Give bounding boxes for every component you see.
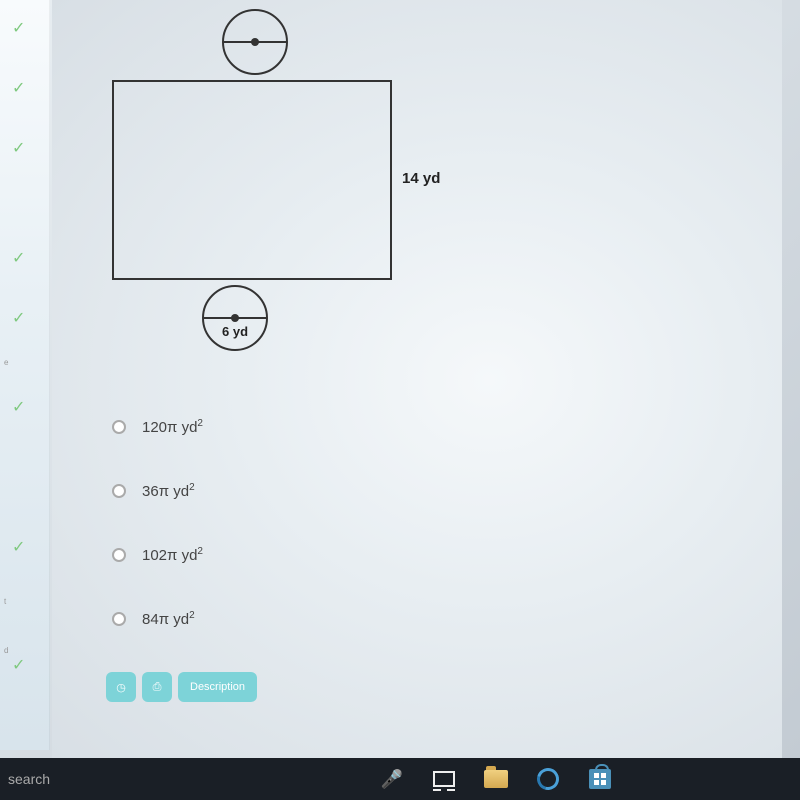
description-button[interactable]: Description — [178, 672, 257, 702]
option-text: 102π yd2 — [142, 546, 203, 564]
timer-button[interactable]: ◷ — [106, 672, 136, 702]
sidebar-text: t — [4, 597, 49, 606]
answer-options: 120π yd2 36π yd2 102π yd2 84π yd2 — [112, 410, 203, 666]
question-nav-sidebar: ✓ ✓ ✓ ✓ ✓ e ✓ ✓ t d ✓ — [0, 0, 50, 750]
check-icon: ✓ — [12, 138, 49, 158]
check-icon: ✓ — [12, 248, 49, 268]
radio-icon[interactable] — [112, 612, 126, 626]
microsoft-store-icon[interactable] — [588, 767, 612, 791]
windows-taskbar[interactable]: search 🎤 — [0, 758, 800, 800]
print-button[interactable]: ⎙ — [142, 672, 172, 702]
answer-option-2[interactable]: 36π yd2 — [112, 474, 203, 500]
clock-icon: ◷ — [116, 681, 126, 694]
button-label: Description — [190, 681, 245, 693]
check-icon: ✓ — [12, 537, 49, 557]
print-icon: ⎙ — [153, 681, 162, 694]
option-text: 120π yd2 — [142, 418, 203, 436]
check-icon: ✓ — [12, 78, 49, 98]
question-content: 14 yd 6 yd 120π yd2 36π yd2 102π yd2 — [52, 0, 782, 760]
task-view-icon[interactable] — [432, 767, 456, 791]
answer-option-3[interactable]: 102π yd2 — [112, 538, 203, 564]
sidebar-text: d — [4, 646, 49, 655]
check-icon: ✓ — [12, 657, 25, 674]
question-toolbar: ◷ ⎙ Description — [106, 672, 257, 702]
file-explorer-icon[interactable] — [484, 767, 508, 791]
taskbar-icons: 🎤 — [380, 767, 612, 791]
radio-icon[interactable] — [112, 484, 126, 498]
radio-icon[interactable] — [112, 420, 126, 434]
cortana-mic-icon[interactable]: 🎤 — [380, 767, 404, 791]
check-icon: ✓ — [12, 18, 49, 38]
check-icon: ✓ — [12, 308, 49, 328]
answer-option-1[interactable]: 120π yd2 — [112, 410, 203, 436]
option-text: 36π yd2 — [142, 482, 195, 500]
check-icon: ✓ — [12, 397, 49, 417]
app-screen: ✓ ✓ ✓ ✓ ✓ e ✓ ✓ t d ✓ 14 yd 6 yd 120π yd… — [0, 0, 800, 800]
rectangle-shape — [112, 80, 392, 280]
geometry-figure: 14 yd 6 yd — [82, 5, 482, 385]
center-dot — [231, 314, 239, 322]
rectangle-side-label: 14 yd — [402, 170, 440, 187]
answer-option-4[interactable]: 84π yd2 — [112, 602, 203, 628]
sidebar-text: e — [4, 358, 49, 367]
diameter-label: 6 yd — [222, 324, 248, 339]
option-text: 84π yd2 — [142, 610, 195, 628]
edge-browser-icon[interactable] — [536, 767, 560, 791]
taskbar-search[interactable]: search — [8, 771, 50, 787]
bottom-circle-shape: 6 yd — [202, 285, 268, 351]
radio-icon[interactable] — [112, 548, 126, 562]
top-circle-shape — [222, 9, 288, 75]
